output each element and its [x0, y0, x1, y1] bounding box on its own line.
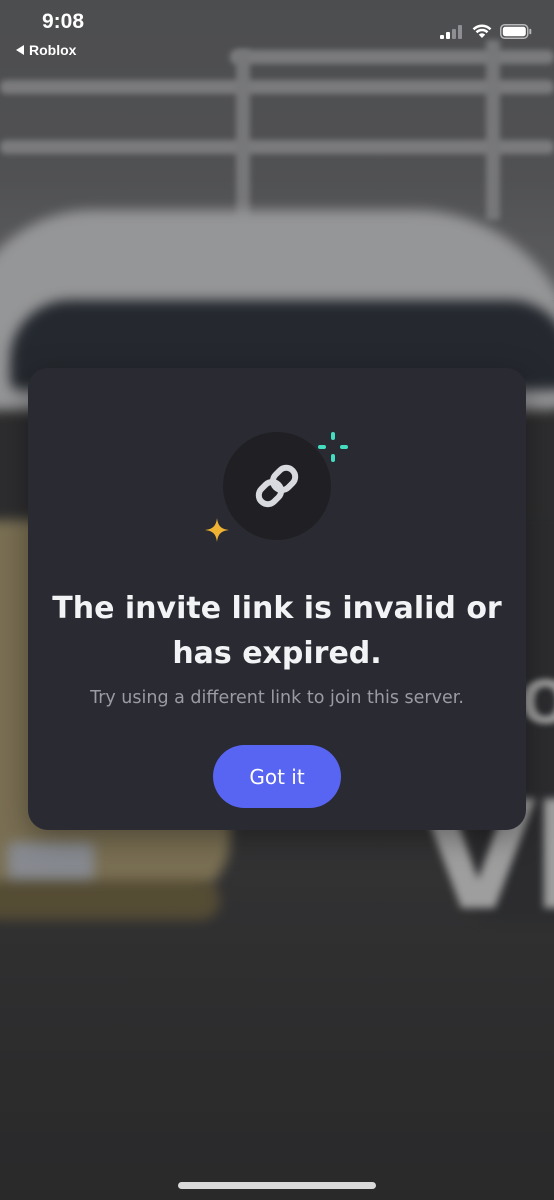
- status-bar: 9:08 Roblox: [0, 0, 554, 66]
- got-it-button[interactable]: Got it: [213, 745, 341, 808]
- link-icon-circle: [223, 432, 331, 540]
- sparkle-teal-icon: [318, 432, 348, 462]
- invite-error-modal: The invite link is invalid or has expire…: [28, 368, 526, 830]
- battery-icon: [500, 24, 532, 39]
- back-arrow-icon: [16, 45, 24, 55]
- modal-subtitle: Try using a different link to join this …: [90, 688, 464, 708]
- sparkle-yellow-icon: [205, 518, 229, 542]
- back-app-label: Roblox: [29, 42, 77, 58]
- status-time: 9:08: [42, 10, 85, 33]
- status-icons: [440, 24, 532, 39]
- back-to-app-button[interactable]: Roblox: [16, 42, 76, 58]
- screen: O. VI 9:08 Roblox: [0, 0, 554, 1200]
- home-indicator[interactable]: [178, 1182, 376, 1189]
- wifi-icon: [472, 24, 492, 38]
- modal-title: The invite link is invalid or has expire…: [52, 591, 502, 671]
- link-icon: [255, 464, 299, 508]
- cellular-signal-icon: [440, 24, 462, 39]
